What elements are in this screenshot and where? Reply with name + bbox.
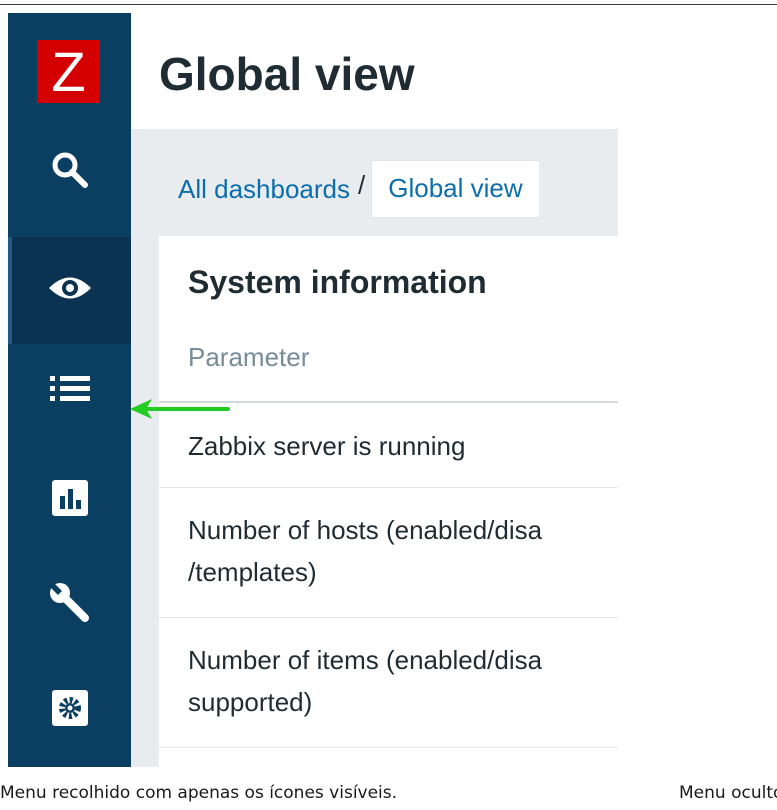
table-row: Zabbix server is running xyxy=(188,425,465,467)
nav-inventory[interactable] xyxy=(8,351,131,431)
search-icon xyxy=(50,150,90,195)
row-text: supported) xyxy=(188,687,313,717)
eye-icon xyxy=(47,273,93,308)
search-button[interactable] xyxy=(8,137,131,207)
gear-icon xyxy=(51,690,88,731)
breadcrumb-current-dashboard[interactable]: Global view xyxy=(371,160,539,218)
breadcrumb: All dashboards / Global view xyxy=(178,160,539,218)
row-divider xyxy=(159,487,618,488)
row-text: Zabbix server is running xyxy=(188,431,466,461)
row-divider xyxy=(159,617,618,618)
row-divider xyxy=(159,747,618,748)
pointer-arrow xyxy=(130,399,230,419)
main-content: Global view All dashboards / Global view… xyxy=(131,13,618,767)
top-divider xyxy=(0,4,777,5)
list-icon xyxy=(49,375,90,408)
nav-monitoring[interactable] xyxy=(8,237,131,344)
bar-chart-icon xyxy=(51,480,88,521)
zabbix-logo[interactable]: Z xyxy=(37,40,100,103)
row-text: /templates) xyxy=(188,557,317,587)
system-information-widget: System information Parameter Zabbix serv… xyxy=(159,236,618,767)
screenshot-panel: Z Global view All dashboards / Global vi… xyxy=(8,13,618,767)
row-text: Number of items (enabled/disa xyxy=(188,645,543,675)
breadcrumb-all-dashboards[interactable]: All dashboards xyxy=(178,174,350,205)
page-header: Global view xyxy=(131,13,618,129)
caption-collapsed-menu: Menu recolhido com apenas os ícones visí… xyxy=(0,783,398,803)
table-row: Number of hosts (enabled/disa /templates… xyxy=(188,509,542,593)
row-text: Number of hosts (enabled/disa xyxy=(188,515,543,545)
column-header-parameter: Parameter xyxy=(188,342,310,372)
nav-reports[interactable] xyxy=(8,458,131,543)
nav-configuration[interactable] xyxy=(8,563,131,648)
page-title: Global view xyxy=(159,48,415,100)
sidebar: Z xyxy=(8,13,131,767)
wrench-icon xyxy=(48,582,91,629)
widget-title: System information xyxy=(188,264,487,300)
table-row: Number of items (enabled/disa supported) xyxy=(188,639,542,723)
nav-administration[interactable] xyxy=(8,668,131,753)
breadcrumb-separator: / xyxy=(358,169,366,200)
caption-hidden-menu: Menu oculto xyxy=(679,783,777,803)
